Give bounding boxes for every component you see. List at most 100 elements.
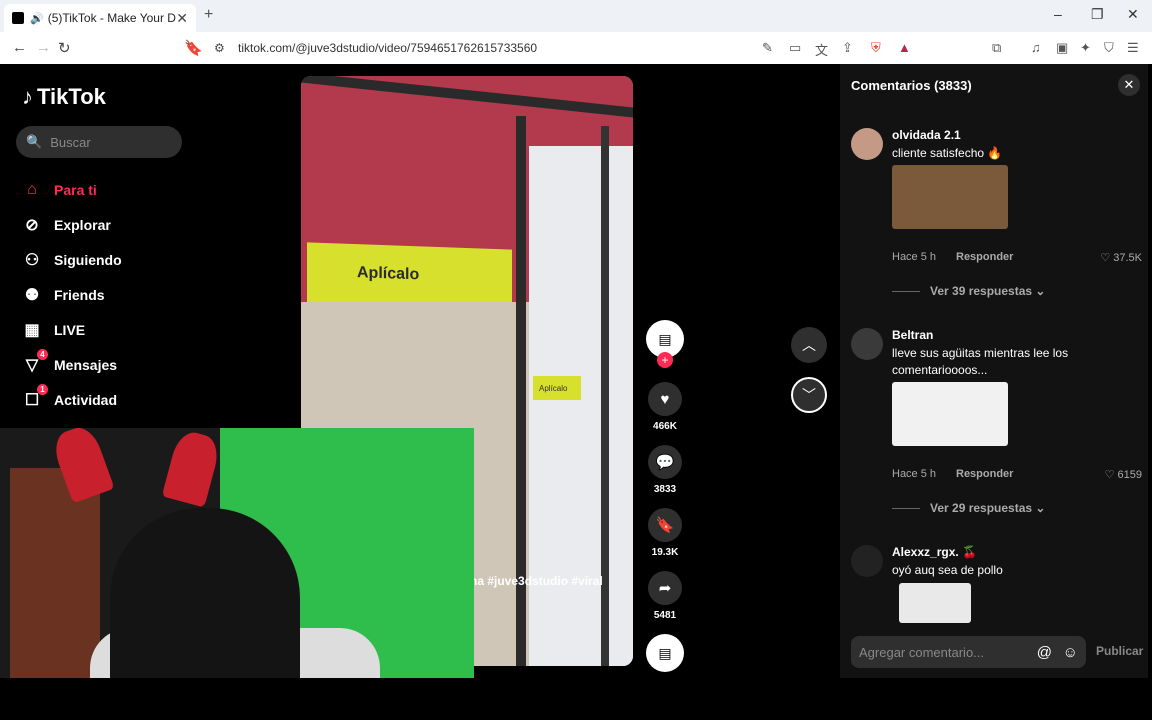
translate-icon[interactable]: 文: [815, 40, 828, 59]
share-count: 5481: [653, 610, 677, 621]
replies-divider: [892, 507, 920, 509]
view-replies-button[interactable]: Ver 39 respuestas ⌄: [892, 284, 1045, 298]
replies-divider: [892, 290, 920, 292]
menu-icon[interactable]: ☰: [1127, 40, 1139, 56]
search-input[interactable]: 🔍 Buscar: [16, 126, 182, 158]
brave-shield-icon[interactable]: ⛨: [871, 40, 881, 56]
share-arrow-icon: ➦: [658, 580, 672, 597]
close-window-icon[interactable]: ✕: [1127, 6, 1139, 23]
close-comments-button[interactable]: ✕: [1118, 74, 1140, 96]
bookmark-icon[interactable]: 🔖: [184, 39, 203, 57]
comment-like-button[interactable]: ♡ 37.5K: [1100, 251, 1142, 264]
share-button[interactable]: ➦: [648, 571, 682, 605]
comment-user[interactable]: olvidada 2.1: [892, 128, 961, 142]
post-button[interactable]: Publicar: [1096, 644, 1143, 658]
share-icon[interactable]: ⇪: [842, 40, 853, 56]
video-right-panel: [529, 146, 633, 666]
reply-button[interactable]: Responder: [956, 468, 1013, 480]
media-icon[interactable]: ♫: [1031, 40, 1041, 55]
sidebar-item-label: LIVE: [54, 321, 86, 338]
comment-user[interactable]: Beltran: [892, 328, 933, 342]
comment-text: lleve sus agüitas mientras lee los comen…: [892, 346, 1069, 377]
avatar[interactable]: [851, 545, 883, 577]
vpn-icon[interactable]: ⛉: [1104, 40, 1114, 56]
messages-icon: ▽ 4: [20, 348, 48, 375]
comment-like-count: 37.5K: [1113, 252, 1142, 264]
compass-icon: ⊘: [25, 216, 39, 234]
logo-text: TikTok: [37, 84, 106, 109]
reload-icon[interactable]: ↻: [58, 39, 71, 57]
back-icon[interactable]: ←: [12, 39, 27, 56]
friends-icon: ⚉: [24, 286, 40, 304]
view-replies-button[interactable]: Ver 29 respuestas ⌄: [892, 501, 1045, 515]
reply-button[interactable]: Responder: [956, 251, 1013, 263]
wallet-icon[interactable]: ▣: [1056, 40, 1068, 56]
comment-icon: 💬: [655, 454, 675, 471]
sidebar-item-mensajes[interactable]: ▽ 4 Mensajes: [20, 347, 122, 382]
activity-badge: 1: [37, 383, 48, 395]
browser-tab[interactable]: 🔊 (5)TikTok - Make Your Day ✕: [4, 4, 196, 32]
webcam-door: [10, 468, 100, 694]
comment-count: 3833: [653, 484, 677, 495]
bookmark-icon: 🔖: [655, 517, 675, 534]
comment-button[interactable]: 💬: [648, 445, 682, 479]
heart-icon: ♥: [660, 390, 670, 408]
music-disc-avatar[interactable]: ▤: [646, 634, 684, 672]
comment-text: cliente satisfecho 🔥: [892, 146, 1003, 160]
no-translate-icon[interactable]: ✎: [762, 40, 773, 56]
sidebar-item-label: Siguiendo: [54, 251, 122, 268]
previous-video-button[interactable]: ︿: [791, 327, 827, 363]
site-info-icon[interactable]: ⚙: [214, 41, 225, 55]
save-button[interactable]: 🔖: [648, 508, 682, 542]
sidebar-item-siguiendo[interactable]: ⚇ Siguiendo: [20, 242, 122, 277]
leo-ai-icon[interactable]: ✦: [1080, 40, 1091, 56]
avatar[interactable]: [851, 328, 883, 360]
cast-icon[interactable]: ▭: [789, 40, 801, 56]
new-tab-icon[interactable]: +: [204, 6, 213, 24]
sidebar-item-label: Para ti: [54, 181, 97, 198]
view-replies-label: Ver 39 respuestas ⌄: [930, 284, 1046, 298]
comments-panel: Comentarios (3833) ✕ olvidada 2.1 client…: [840, 64, 1148, 678]
speaker-icon[interactable]: 🔊: [30, 12, 44, 25]
sidebar-item-para-ti[interactable]: ⌂ Para ti: [20, 172, 122, 207]
follow-plus-icon[interactable]: +: [657, 352, 673, 368]
close-icon: ✕: [1123, 77, 1135, 92]
sidebar-item-actividad[interactable]: ☐ 1 Actividad: [20, 382, 122, 417]
minimize-icon[interactable]: –: [1054, 6, 1062, 22]
activity-icon: ☐ 1: [20, 383, 48, 410]
sidebar-item-label: Actividad: [54, 391, 118, 408]
sidebar-item-explorar[interactable]: ⊘ Explorar: [20, 207, 122, 242]
comment-like-button[interactable]: ♡ 6159: [1105, 468, 1142, 481]
forward-icon[interactable]: →: [36, 39, 51, 56]
restore-icon[interactable]: ❐: [1091, 6, 1104, 23]
tab-search-icon[interactable]: ⧉: [992, 40, 1001, 56]
rewards-icon[interactable]: ▲: [898, 40, 911, 55]
avatar[interactable]: [851, 128, 883, 160]
sidebar-item-live[interactable]: ▦ LIVE: [20, 312, 122, 347]
comment-time: Hace 5 h: [892, 468, 937, 480]
sidebar-item-label: Friends: [54, 286, 105, 303]
video-caption[interactable]: na #juve3dstudio #viral: [470, 574, 603, 588]
tiktok-logo[interactable]: ♪ TikTok: [22, 84, 106, 110]
live-icon: ▦: [24, 321, 40, 339]
sidebar-item-friends[interactable]: ⚉ Friends: [20, 277, 122, 312]
comment-image[interactable]: [899, 583, 971, 623]
chevron-up-icon: ︿: [802, 337, 816, 353]
comment-time: Hace 5 h: [892, 251, 937, 263]
comment-input[interactable]: Agregar comentario... @ ☺: [851, 636, 1086, 668]
emoji-icon[interactable]: ☺: [1063, 644, 1078, 661]
close-tab-icon[interactable]: ✕: [176, 10, 188, 27]
like-button[interactable]: ♥: [648, 382, 682, 416]
comment-image[interactable]: [892, 165, 1008, 229]
creator-avatar[interactable]: ▤ +: [646, 320, 684, 368]
comment-user[interactable]: Alexxz_rgx. 🍒: [892, 545, 977, 559]
save-count: 19.3K: [651, 547, 679, 558]
view-replies-label: Ver 29 respuestas ⌄: [930, 501, 1046, 515]
messages-badge: 4: [37, 348, 48, 360]
mention-icon[interactable]: @: [1037, 644, 1052, 661]
comment-image[interactable]: [892, 382, 1008, 446]
home-icon: ⌂: [27, 180, 37, 198]
address-bar[interactable]: tiktok.com/@juve3dstudio/video/759465176…: [238, 41, 537, 55]
sidebar-item-label: Mensajes: [54, 356, 118, 373]
next-video-button[interactable]: ﹀: [791, 377, 827, 413]
